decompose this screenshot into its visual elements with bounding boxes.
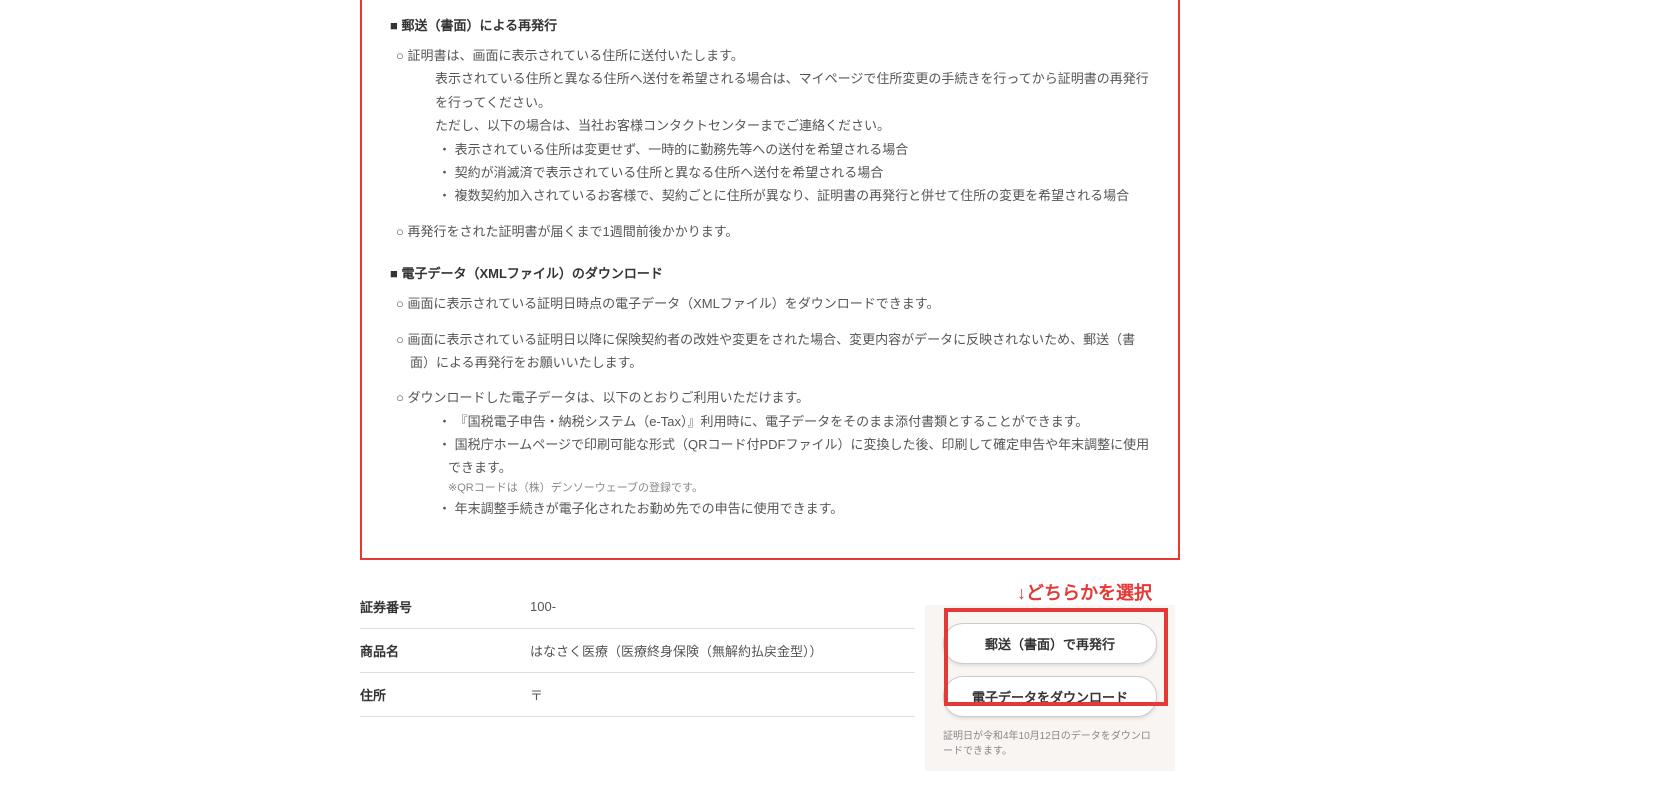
s1-item1-sub1: 表示されている住所と異なる住所へ送付を希望される場合は、マイページで住所変更の手… <box>390 67 1150 114</box>
s2-bullet1: ・ 『国税電子申告・納税システム（e-Tax）』利用時に、電子データをそのまま添… <box>390 410 1150 433</box>
s1-bullet1: ・ 表示されている住所は変更せず、一時的に勤務先等への送付を希望される場合 <box>390 138 1150 161</box>
s1-item2: ○ 再発行をされた証明書が届くまで1週間前後かかります。 <box>390 220 1150 243</box>
row2-label: 商品名 <box>360 629 530 672</box>
s1-item1: ○ 証明書は、画面に表示されている住所に送付いたします。 <box>390 44 1150 67</box>
table-area: ↓どちらかを選択 証券番号 100- 商品名 はなさく医療（医療終身保険（無解約… <box>360 585 1180 717</box>
table-row: 証券番号 100- <box>360 585 915 629</box>
annotation-text: ↓どちらかを選択 <box>1017 579 1152 605</box>
s2-bullet3: ・ 年末調整手続きが電子化されたお勤め先での申告に使用できます。 <box>390 497 1150 520</box>
row3-label: 住所 <box>360 673 530 716</box>
download-data-button[interactable]: 電子データをダウンロード <box>943 676 1157 717</box>
s1-bullet2: ・ 契約が消滅済で表示されている住所と異なる住所へ送付を希望される場合 <box>390 161 1150 184</box>
s1-bullet3: ・ 複数契約加入されているお客様で、契約ごとに住所が異なり、証明書の再発行と併せ… <box>390 184 1150 207</box>
row1-label: 証券番号 <box>360 585 530 628</box>
row2-value: はなさく医療（医療終身保険（無解約払戻金型）） <box>530 629 915 672</box>
table-row: 商品名 はなさく医療（医療終身保険（無解約払戻金型）） <box>360 629 915 673</box>
s2-item1: ○ 画面に表示されている証明日時点の電子データ（XMLファイル）をダウンロードで… <box>390 292 1150 315</box>
section2-title: ■ 電子データ（XMLファイル）のダウンロード <box>390 263 1150 282</box>
section1-title: ■ 郵送（書面）による再発行 <box>390 0 1150 34</box>
s1-item1-sub2: ただし、以下の場合は、当社お客様コンタクトセンターまでご連絡ください。 <box>390 114 1150 137</box>
buttons-panel: 郵送（書面）で再発行 電子データをダウンロード 証明日が令和4年10月12日のデ… <box>925 605 1175 771</box>
mail-reissue-button[interactable]: 郵送（書面）で再発行 <box>943 623 1157 664</box>
table-row: 住所 〒 <box>360 673 915 717</box>
s2-bullet2: ・ 国税庁ホームページで印刷可能な形式（QRコード付PDFファイル）に変換した後… <box>390 433 1150 480</box>
s2-item3: ○ ダウンロードした電子データは、以下のとおりご利用いただけます。 <box>390 386 1150 409</box>
s2-item2: ○ 画面に表示されている証明日以降に保険契約者の改姓や変更をされた場合、変更内容… <box>390 328 1150 375</box>
s2-note: ※QRコードは（株）デンソーウェーブの登録です。 <box>390 480 1150 498</box>
row3-value: 〒 <box>530 673 915 716</box>
info-box: ■ 郵送（書面）による再発行 ○ 証明書は、画面に表示されている住所に送付いたし… <box>360 0 1180 560</box>
row1-value: 100- <box>530 587 915 626</box>
download-note: 証明日が令和4年10月12日のデータをダウンロードできます。 <box>943 729 1157 759</box>
